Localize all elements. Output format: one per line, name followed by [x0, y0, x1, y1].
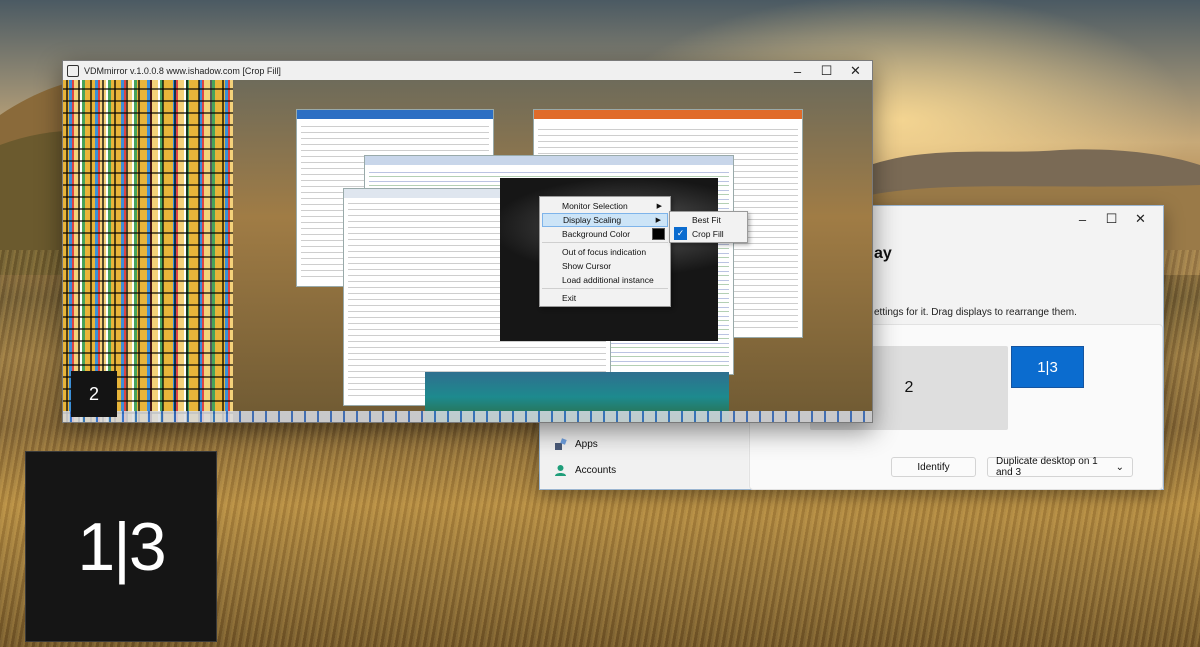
page-title: ay — [874, 245, 892, 262]
menu-item-label: Background Color — [562, 229, 631, 239]
menu-item-label: Exit — [562, 293, 577, 303]
account-icon — [555, 464, 566, 476]
menu-item-label: Display Scaling — [563, 215, 622, 225]
identify-button[interactable]: Identify — [891, 457, 976, 477]
close-icon[interactable]: ✕ — [1126, 210, 1155, 228]
duplicate-display-dropdown[interactable]: Duplicate desktop on 1 and 3 ⌄ — [987, 456, 1133, 478]
sidebar-item-label: Apps — [575, 438, 598, 450]
window-title: VDMmirror v.1.0.0.8 www.ishadow.com [Cro… — [84, 65, 281, 76]
monitor-identifier-overlay: 1|3 — [25, 451, 217, 642]
menu-separator — [542, 288, 668, 289]
minimize-icon[interactable]: – — [1068, 210, 1097, 228]
menu-item-best-fit[interactable]: Best Fit — [672, 213, 745, 226]
apps-icon — [555, 437, 567, 450]
menu-item-display-scaling[interactable]: Display Scaling ▶ — [542, 213, 668, 227]
menu-item-exit[interactable]: Exit — [542, 291, 668, 305]
sidebar-item-accounts[interactable]: Accounts — [554, 461, 704, 479]
background-color-swatch — [652, 228, 665, 240]
menu-item-background-color[interactable]: Background Color — [542, 227, 668, 241]
menu-item-label: Crop Fill — [692, 228, 724, 239]
menu-item-label: Load additional instance — [562, 275, 654, 285]
monitor-1-3-tile[interactable]: 1|3 — [1011, 346, 1084, 388]
mirrored-taskbar — [63, 411, 872, 422]
chevron-down-icon: ⌄ — [1115, 461, 1124, 473]
menu-item-crop-fill[interactable]: ✓ Crop Fill — [672, 227, 745, 240]
sidebar-item-apps[interactable]: Apps — [554, 435, 704, 453]
sidebar-item-label: Accounts — [575, 464, 617, 476]
menu-separator — [542, 242, 668, 243]
minimize-icon[interactable]: – — [783, 62, 812, 80]
vdmmirror-window[interactable]: VDMmirror v.1.0.0.8 www.ishadow.com [Cro… — [62, 60, 873, 423]
vdmmirror-window-controls: – ☐ ✕ — [783, 62, 870, 80]
context-menu: Monitor Selection ▶ Display Scaling ▶ Ba… — [539, 196, 671, 307]
menu-item-label: Best Fit — [692, 214, 721, 225]
close-icon[interactable]: ✕ — [841, 62, 870, 80]
vdmmirror-titlebar[interactable]: VDMmirror v.1.0.0.8 www.ishadow.com [Cro… — [63, 61, 872, 80]
settings-window-controls: – ☐ ✕ — [1068, 210, 1155, 228]
checkmark-icon: ✓ — [674, 227, 687, 240]
menu-item-label: Out of focus indication — [562, 247, 647, 257]
maximize-icon[interactable]: ☐ — [1097, 210, 1126, 228]
menu-item-out-of-focus-indication[interactable]: Out of focus indication — [542, 245, 668, 259]
menu-item-label: Monitor Selection — [562, 201, 628, 211]
menu-item-monitor-selection[interactable]: Monitor Selection ▶ — [542, 199, 668, 213]
mirrored-desktop-view[interactable]: 2 — [63, 80, 872, 422]
menu-item-label: Show Cursor — [562, 261, 612, 271]
display-arrangement-description: ettings for it. Drag displays to rearran… — [874, 307, 1077, 318]
submenu-arrow-icon: ▶ — [655, 217, 661, 224]
vdmmirror-app-icon — [67, 64, 79, 77]
menu-item-load-additional-instance[interactable]: Load additional instance — [542, 273, 668, 287]
monitor-identifier-badge: 2 — [71, 371, 117, 417]
submenu-arrow-icon: ▶ — [656, 203, 662, 210]
duplicate-display-value: Duplicate desktop on 1 and 3 — [996, 456, 1098, 478]
maximize-icon[interactable]: ☐ — [812, 62, 841, 80]
display-scaling-submenu: Best Fit ✓ Crop Fill — [669, 211, 748, 243]
menu-item-show-cursor[interactable]: Show Cursor — [542, 259, 668, 273]
